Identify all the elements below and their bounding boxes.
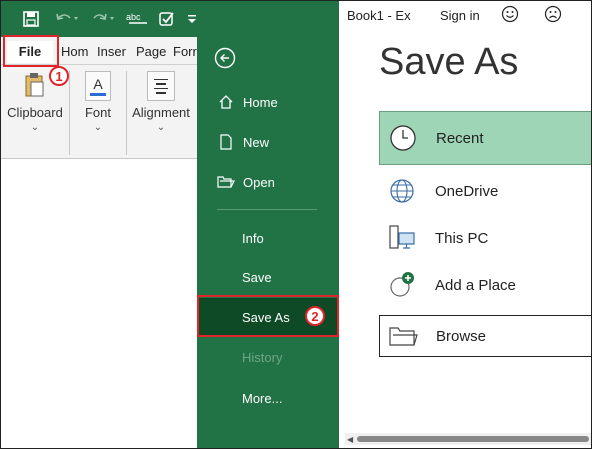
- sign-in-link[interactable]: Sign in: [440, 8, 480, 23]
- save-as-pane: Book1 - Ex Sign in Save As Recent OneDri…: [339, 1, 591, 448]
- chevron-down-icon[interactable]: ⌄: [157, 122, 165, 133]
- redo-icon[interactable]: [89, 7, 117, 31]
- location-this-pc[interactable]: This PC: [379, 213, 591, 263]
- svg-text:abc: abc: [126, 12, 141, 22]
- more-label: More...: [242, 390, 283, 406]
- touch-mode-icon[interactable]: [155, 7, 179, 31]
- backstage-item-save[interactable]: Save: [197, 259, 339, 295]
- scroll-left-icon[interactable]: ◀: [347, 435, 353, 444]
- font-label: Font: [84, 105, 111, 120]
- file-tab-highlight: [3, 35, 59, 67]
- step-badge-2: 2: [305, 306, 325, 326]
- recent-label: Recent: [436, 129, 484, 147]
- page-title: Save As: [379, 41, 519, 83]
- backstage-item-more[interactable]: More...: [197, 380, 339, 416]
- font-group[interactable]: A Font ⌄: [73, 65, 123, 159]
- backstage-header: [197, 1, 339, 37]
- alignment-group[interactable]: Alignment ⌄: [129, 65, 193, 159]
- align-icon: [147, 71, 175, 101]
- location-browse[interactable]: Browse: [379, 315, 591, 357]
- title-bar: Book1 - Ex Sign in: [339, 1, 591, 31]
- back-arrow-icon[interactable]: [214, 47, 236, 69]
- backstage-item-new[interactable]: New: [197, 124, 339, 160]
- new-doc-icon: [217, 134, 235, 150]
- location-recent[interactable]: Recent: [379, 111, 591, 165]
- frown-icon[interactable]: [544, 5, 562, 23]
- tab-page-layout[interactable]: Page: [136, 41, 168, 63]
- backstage-nav: Home New Open Info Save Save As History …: [197, 37, 339, 448]
- home-label: Home: [243, 94, 278, 110]
- font-color-icon: A: [85, 71, 111, 101]
- add-place-icon: [385, 268, 419, 302]
- tab-home[interactable]: Hom: [61, 41, 91, 63]
- clipboard-icon: [21, 71, 49, 101]
- excel-window: abc File Hom Inser Page Forr Clipboard ⌄…: [0, 0, 592, 449]
- backstage-item-info[interactable]: Info: [197, 220, 339, 256]
- browse-label: Browse: [436, 327, 487, 345]
- tab-formulas[interactable]: Forr: [173, 41, 199, 63]
- clock-icon: [386, 121, 420, 155]
- new-label: New: [243, 134, 270, 150]
- smile-icon[interactable]: [501, 5, 519, 23]
- chevron-down-icon[interactable]: ⌄: [31, 122, 39, 133]
- ribbon-body: Clipboard ⌄ A Font ⌄ Alignment ⌄: [1, 65, 201, 159]
- backstage-item-open[interactable]: Open: [197, 164, 339, 200]
- step-badge-1: 1: [49, 66, 69, 86]
- computer-icon: [385, 221, 419, 255]
- nav-divider: [217, 209, 317, 210]
- horizontal-scrollbar[interactable]: ◀: [345, 433, 591, 445]
- home-icon: [217, 94, 235, 110]
- history-label: History: [242, 349, 283, 365]
- document-title: Book1 - Ex: [347, 8, 411, 23]
- save-label: Save: [242, 269, 272, 285]
- group-divider: [126, 71, 127, 155]
- scroll-thumb[interactable]: [357, 436, 589, 442]
- location-onedrive[interactable]: OneDrive: [379, 166, 591, 216]
- clipboard-label: Clipboard: [7, 105, 63, 120]
- chevron-down-icon[interactable]: ⌄: [94, 122, 102, 133]
- open-label: Open: [243, 174, 275, 190]
- info-label: Info: [242, 230, 264, 246]
- onedrive-label: OneDrive: [435, 182, 499, 200]
- add-place-label: Add a Place: [435, 276, 516, 294]
- group-divider: [69, 71, 70, 155]
- folder-icon: [386, 319, 420, 353]
- worksheet-area[interactable]: [1, 159, 201, 448]
- globe-icon: [385, 174, 419, 208]
- spelling-icon[interactable]: abc: [125, 7, 149, 31]
- backstage-item-home[interactable]: Home: [197, 84, 339, 120]
- undo-icon[interactable]: [53, 7, 81, 31]
- save-icon[interactable]: [19, 7, 43, 31]
- backstage-item-history: History: [197, 339, 339, 375]
- this-pc-label: This PC: [435, 229, 489, 247]
- location-add-place[interactable]: Add a Place: [379, 260, 591, 310]
- folder-open-icon: [217, 175, 235, 189]
- alignment-label: Alignment: [132, 105, 190, 120]
- tab-insert[interactable]: Inser: [97, 41, 129, 63]
